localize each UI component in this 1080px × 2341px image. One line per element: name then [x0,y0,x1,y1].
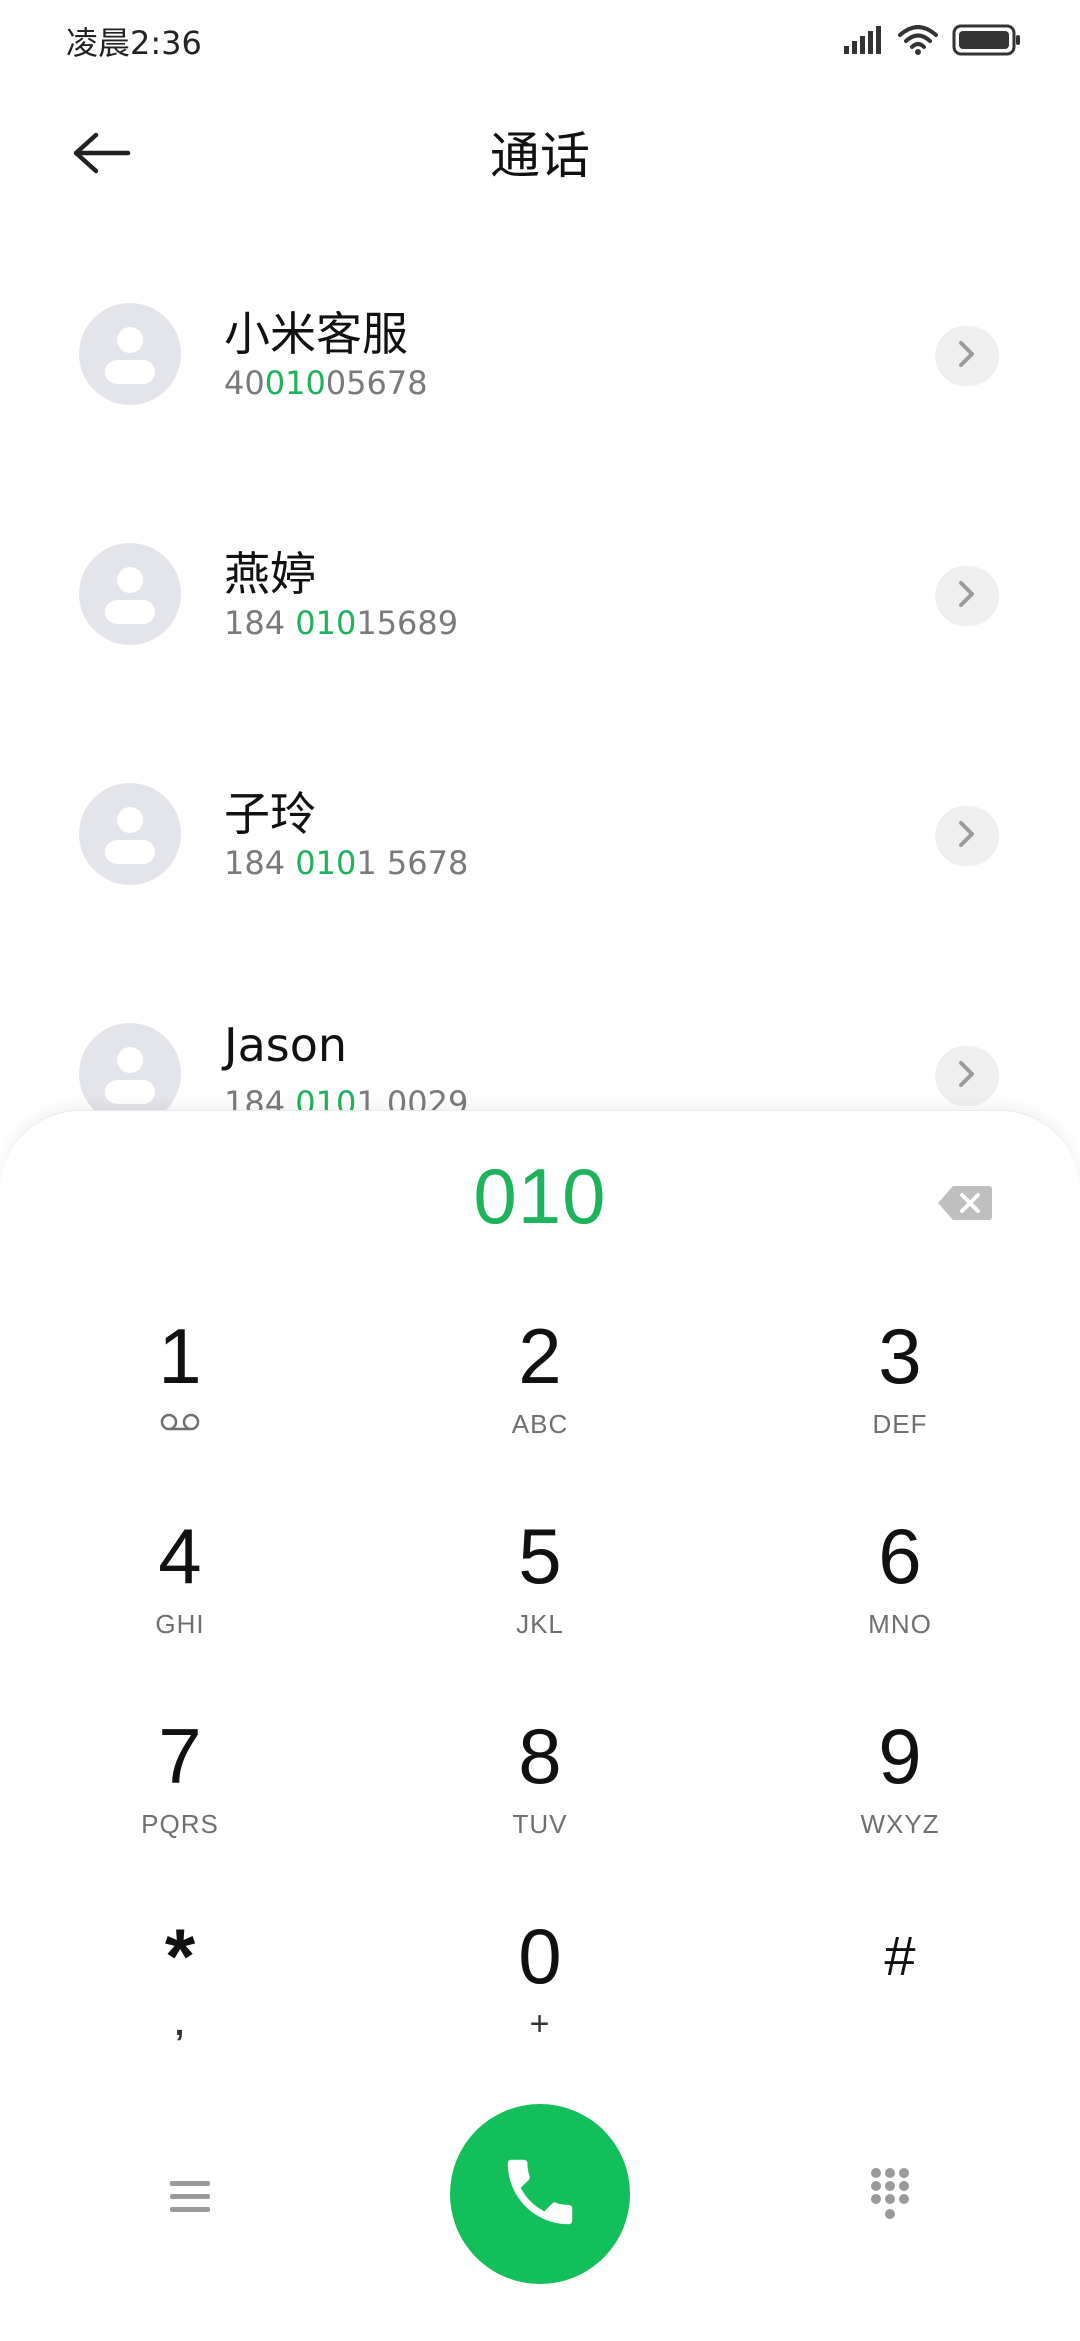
chevron-right-icon [957,819,977,853]
key-star[interactable]: * , [70,1911,290,2091]
contact-number: 184 0101 5678 [224,844,469,882]
key-hash[interactable]: # [790,1911,1010,2091]
header: 通话 [0,100,1080,210]
status-icons [844,24,1022,60]
key-5[interactable]: 5 JKL [430,1511,650,1691]
avatar [79,783,181,885]
key-8[interactable]: 8 TUV [430,1711,650,1891]
key-9[interactable]: 9 WXYZ [790,1711,1010,1891]
key-4[interactable]: 4 GHI [70,1511,290,1691]
contact-detail-button[interactable] [935,326,999,386]
battery-icon [952,24,1022,60]
contact-name: Jason [224,1018,348,1072]
chevron-right-icon [957,1059,977,1093]
key-7[interactable]: 7 PQRS [70,1711,290,1891]
contact-detail-button[interactable] [935,806,999,866]
avatar [79,303,181,405]
key-2[interactable]: 2 ABC [430,1311,650,1491]
key-3[interactable]: 3 DEF [790,1311,1010,1491]
phone-icon [497,2149,583,2239]
chevron-right-icon [957,579,977,613]
dialpad-sheet: 010 1 2 ABC 3 DEF 4 GHI 5 JKL 6 MNO 7 PQ… [0,1110,1080,2341]
avatar [79,543,181,645]
contact-detail-button[interactable] [935,566,999,626]
contact-name: 小米客服 [224,307,408,361]
dialed-number: 010 [473,1152,607,1240]
backspace-icon [937,1184,993,1226]
chevron-right-icon [957,339,977,373]
voicemail-icon [70,1407,290,1441]
contact-name: 子玲 [224,787,316,841]
page-title: 通话 [490,127,590,185]
contact-item[interactable]: 子玲 184 0101 5678 [0,720,1080,920]
signal-icon [844,26,884,58]
keypad-icon [868,2167,912,2227]
contact-item[interactable]: 小米客服 4001005678 [0,240,1080,440]
status-time: 凌晨2:36 [66,24,202,62]
menu-button[interactable] [160,2169,220,2229]
contact-number: 4001005678 [224,364,428,402]
contact-name: 燕婷 [224,547,316,601]
backspace-button[interactable] [930,1175,1000,1235]
status-bar: 凌晨2:36 [0,0,1080,82]
key-6[interactable]: 6 MNO [790,1511,1010,1691]
contact-number: 184 01015689 [224,604,459,642]
menu-icon [168,2177,212,2221]
keypad-toggle-button[interactable] [858,2161,922,2233]
contact-detail-button[interactable] [935,1046,999,1106]
key-0[interactable]: 0 + [430,1911,650,2091]
call-button[interactable] [450,2104,630,2284]
wifi-icon [898,25,938,59]
contact-item[interactable]: 燕婷 184 01015689 [0,480,1080,680]
key-1[interactable]: 1 [70,1311,290,1491]
